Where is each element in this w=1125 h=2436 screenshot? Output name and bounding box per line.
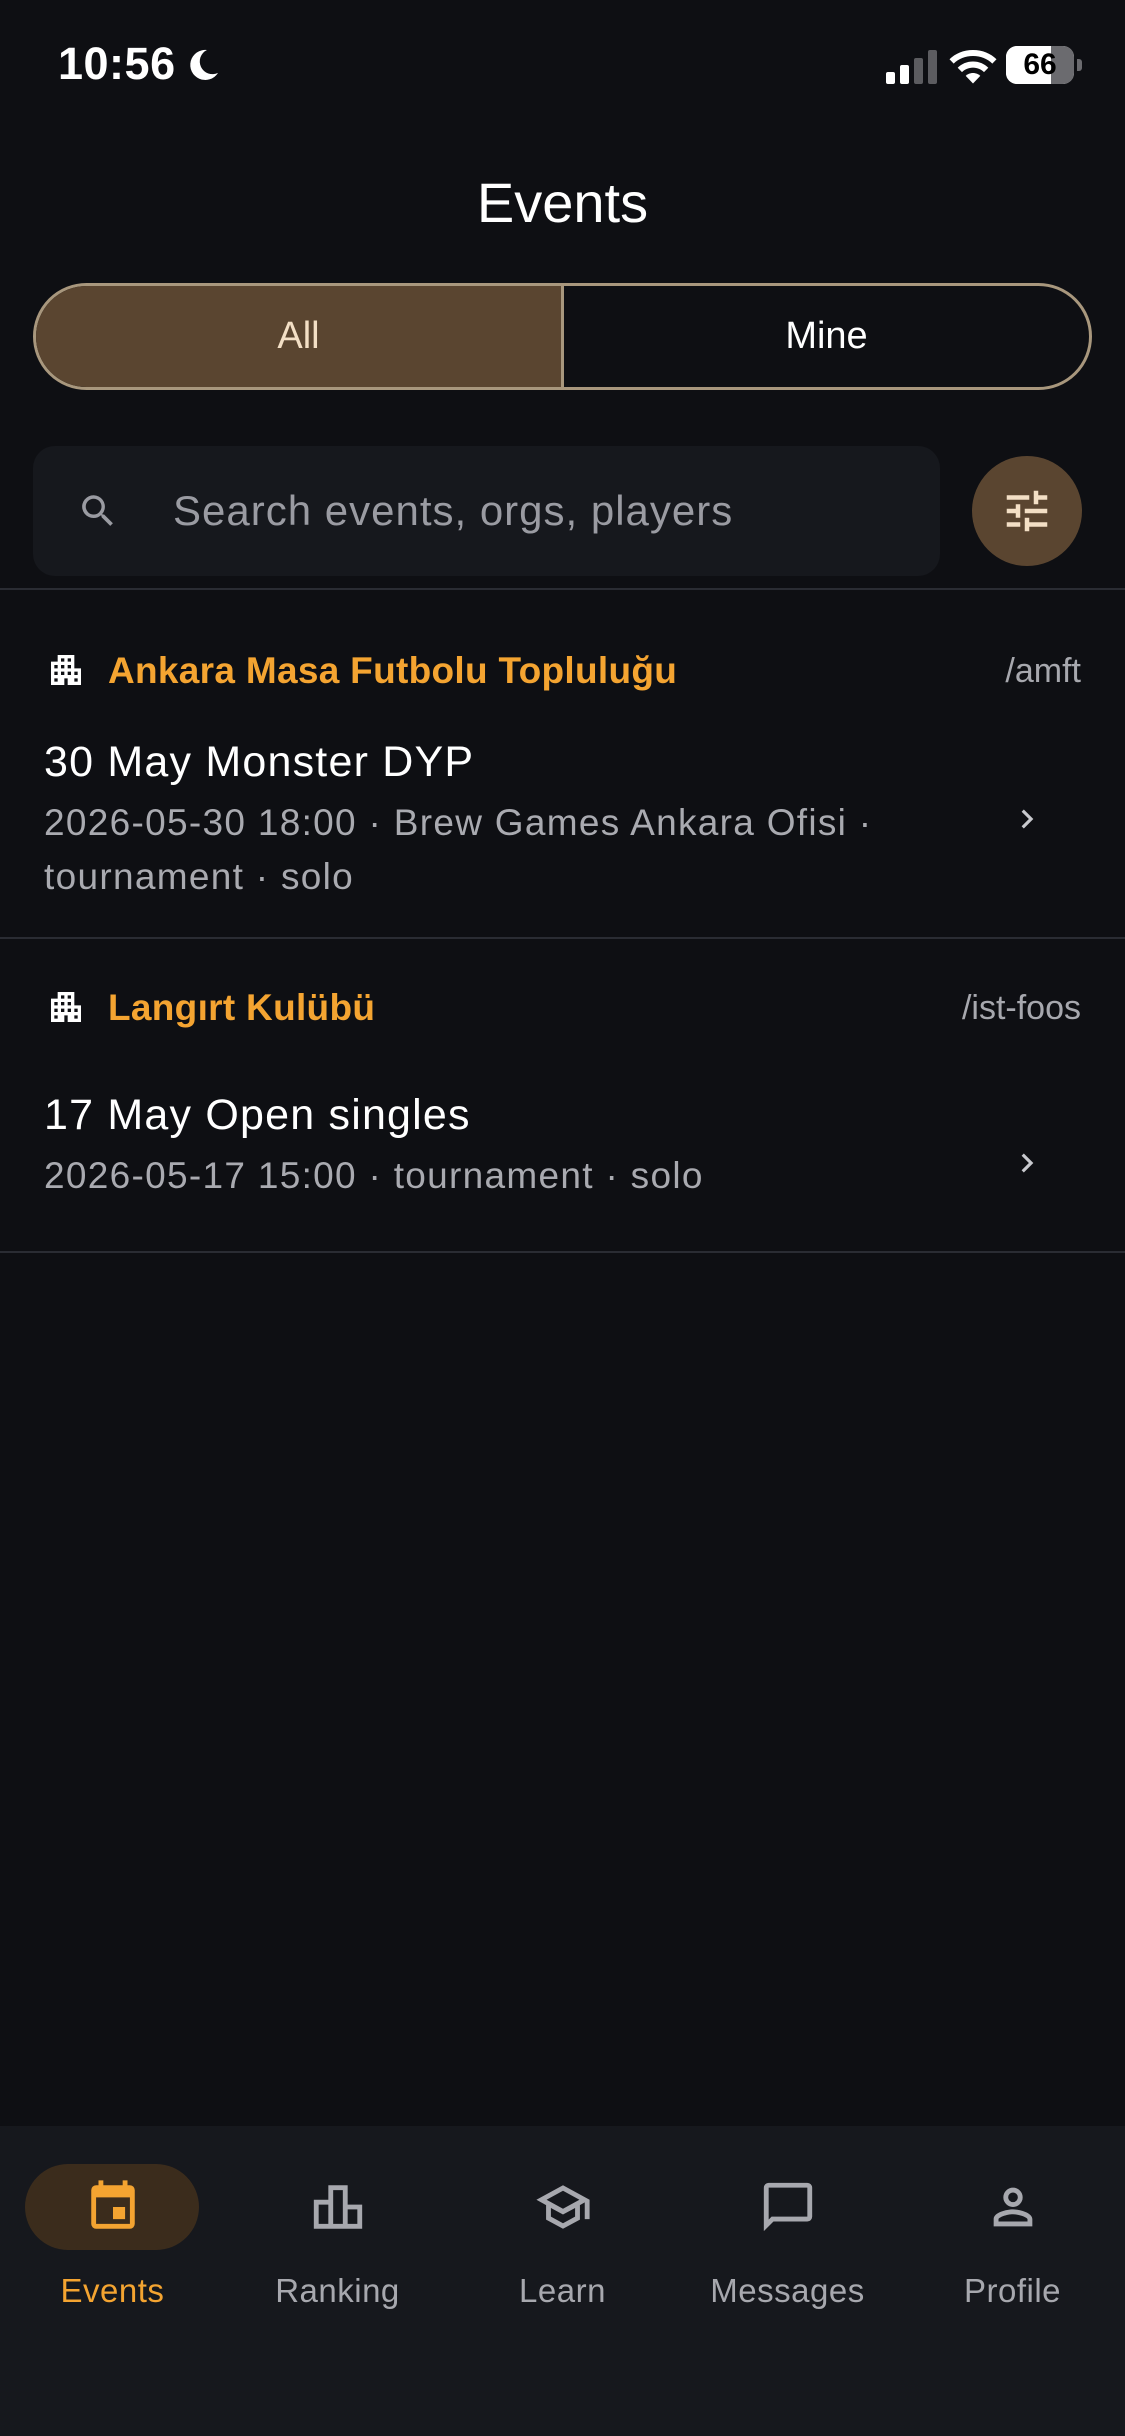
chevron-right-icon [1021,1153,1034,1173]
org-name: Langırt Kulübü [108,987,376,1028]
divider [0,1251,1125,1253]
search-icon [82,495,113,526]
segment-mine[interactable]: Mine [564,286,1089,387]
divider [0,937,1125,939]
org-slug: /amft [1005,652,1081,690]
segment-all[interactable]: All [36,286,564,387]
tune-icon [1006,490,1048,532]
nav-label: Messages [710,2272,865,2309]
event-title: 30 May Monster DYP [44,738,475,786]
event-list-item[interactable]: 17 May Open singles 2026-05-17 15:00 · t… [0,1091,1125,1211]
status-bar: 10:56 66 [0,0,1125,130]
wifi-icon [949,50,997,84]
chevron-right-icon [1021,809,1034,829]
event-list-item[interactable]: 30 May Monster DYP 2026-05-30 18:00 · Br… [0,738,1125,908]
divider [0,588,1125,590]
event-title: 17 May Open singles [44,1091,471,1139]
nav-item-ranking[interactable]: Ranking [225,2164,450,2314]
nav-item-learn[interactable]: Learn [450,2164,675,2314]
building-icon [51,992,81,1022]
org-name: Ankara Masa Futbolu Topluluğu [108,650,678,691]
nav-item-events[interactable]: Events [0,2164,225,2314]
building-icon [51,655,81,685]
person-icon [993,2187,1033,2227]
nav-label: Learn [519,2272,606,2309]
event-meta: 2026-05-17 15:00 · tournament · solo [44,1155,704,1196]
event-meta: 2026-05-30 18:00 · Brew Games Ankara Ofi… [44,802,873,897]
nav-label: Events [60,2272,165,2309]
page-title: Events [476,171,649,234]
nav-item-messages[interactable]: Messages [675,2164,900,2314]
search-box [33,446,940,576]
cellular-signal-icon [886,50,937,84]
org-header[interactable]: Langırt Kulübü /ist-foos [0,979,1125,1039]
nav-label: Ranking [275,2272,400,2309]
nav-item-profile[interactable]: Profile [900,2164,1125,2314]
nav-label: Profile [963,2272,1062,2309]
events-filter-segmented-control: All Mine [33,283,1092,390]
moon-icon [190,49,219,80]
leaderboard-icon [313,2185,363,2229]
search-input[interactable] [173,446,913,576]
battery-indicator: 66 [1006,46,1082,84]
school-icon [536,2185,590,2229]
calendar-icon [91,2180,135,2229]
status-time: 10:56 [58,38,176,89]
filter-button[interactable] [972,456,1082,566]
battery-percentage: 66 [1023,48,1057,81]
org-slug: /ist-foos [961,989,1081,1027]
org-header[interactable]: Ankara Masa Futbolu Topluluğu /amft [0,642,1125,702]
bottom-navigation: Events Ranking Learn Messages Profile [0,2126,1125,2436]
chat-bubble-icon [763,2182,813,2232]
